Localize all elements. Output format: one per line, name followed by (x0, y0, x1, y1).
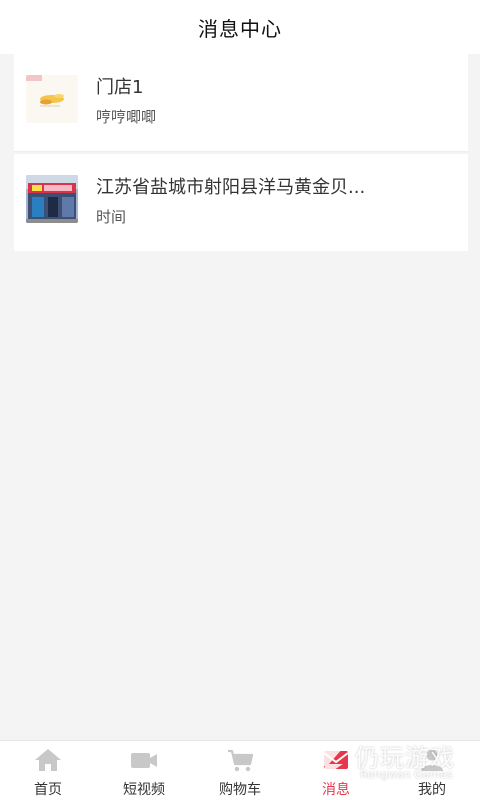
cart-icon (228, 749, 254, 772)
page-title: 消息中心 (198, 16, 282, 41)
tab-label: 购物车 (219, 782, 261, 798)
tab-label: 我的 (418, 782, 446, 798)
tab-cart[interactable]: 购物车 (192, 741, 288, 800)
message-item[interactable]: 门店1 哼哼唧唧 (14, 54, 468, 152)
message-title: 江苏省盐城市射阳县洋马黄金贝... (96, 177, 366, 198)
message-list: 门店1 哼哼唧唧 江苏省盐城市射阳县洋马黄金贝... 时间 (2, 54, 478, 740)
tab-short-video[interactable]: 短视频 (96, 741, 192, 800)
message-title: 门店1 (96, 77, 144, 98)
tab-messages[interactable]: 消息 (288, 741, 384, 800)
bottom-tab-bar: 首页 短视频 购物车 消息 我的 (0, 740, 480, 800)
home-icon (35, 749, 61, 771)
header-bar: 消息中心 (0, 0, 480, 54)
tab-home[interactable]: 首页 (0, 741, 96, 800)
store-thumbnail (26, 75, 78, 123)
tab-label: 首页 (34, 782, 62, 798)
message-icon (323, 751, 349, 769)
tab-label: 短视频 (123, 782, 165, 798)
video-camera-icon (131, 753, 157, 768)
message-preview: 时间 (96, 208, 127, 226)
tab-profile[interactable]: 我的 (384, 741, 480, 800)
message-preview: 哼哼唧唧 (96, 108, 157, 126)
user-icon (421, 749, 443, 771)
message-item[interactable]: 江苏省盐城市射阳县洋马黄金贝... 时间 (14, 154, 468, 251)
tab-label: 消息 (322, 782, 350, 798)
store-thumbnail (26, 175, 78, 223)
